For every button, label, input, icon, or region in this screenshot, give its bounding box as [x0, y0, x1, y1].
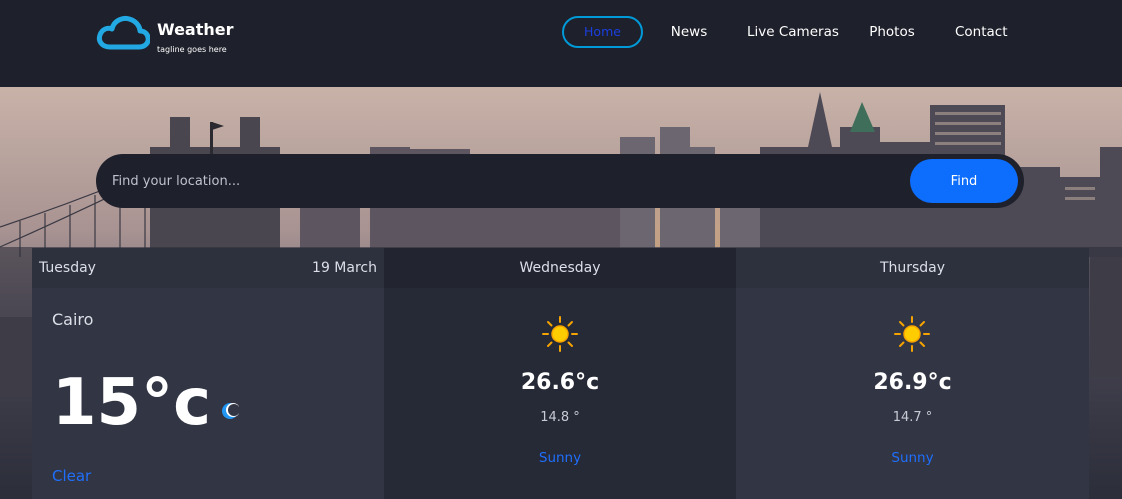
sun-icon	[894, 316, 930, 352]
current-temperature: 15°c	[52, 368, 211, 438]
nav-home[interactable]: Home	[562, 16, 643, 48]
search-input[interactable]	[112, 164, 892, 198]
day-2-max-temp: 26.6°c	[520, 370, 600, 395]
nav-live-cameras[interactable]: Live Cameras	[747, 16, 839, 48]
find-button[interactable]: Find	[910, 159, 1018, 203]
temp-value: 15	[52, 366, 142, 440]
day-3-max-temp: 26.9°c	[873, 370, 952, 395]
day-2-condition: Sunny	[538, 450, 582, 466]
today-date: 19 March	[312, 260, 377, 276]
nav-photos[interactable]: Photos	[869, 16, 915, 48]
forecast-day-2: Wednesday 26.6°c 14.8 ° Sunny	[384, 248, 736, 499]
today-condition: Clear	[52, 467, 92, 485]
sun-icon	[542, 316, 578, 352]
day-3-condition: Sunny	[891, 450, 934, 466]
city-name: Cairo	[52, 310, 94, 329]
day-2-header: Wednesday	[384, 248, 736, 288]
day-2-min-temp: 14.8 °	[540, 410, 580, 425]
temp-unit: °c	[141, 366, 211, 440]
day-2-name: Wednesday	[519, 260, 601, 276]
today-day: Tuesday	[39, 260, 96, 276]
day-3-min-temp: 14.7 °	[892, 410, 933, 425]
forecast-today: Tuesday 19 March Cairo 15°c Clear	[32, 248, 384, 499]
forecast-panel: Tuesday 19 March Cairo 15°c Clear Wednes…	[32, 248, 1089, 499]
site-header: Weather tagline goes here Home News Live…	[0, 0, 1122, 87]
moon-icon	[222, 403, 239, 419]
location-search: Find	[96, 154, 1024, 208]
day-3-name: Thursday	[879, 260, 946, 276]
day-3-header: Thursday	[736, 248, 1089, 288]
nav-contact[interactable]: Contact	[955, 16, 1008, 48]
main-nav: Home News Live Cameras Photos Contact	[0, 16, 1122, 48]
today-header: Tuesday 19 March	[32, 248, 384, 288]
nav-news[interactable]: News	[670, 16, 708, 48]
forecast-day-3: Thursday 26.9°c 14.7 ° Sunny	[736, 248, 1089, 499]
